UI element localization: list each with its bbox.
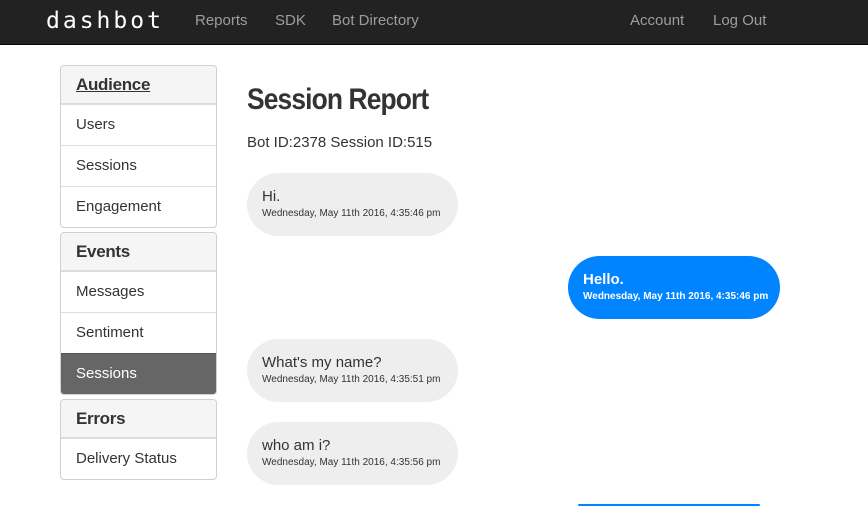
message-text: Hi. [262, 188, 281, 205]
page-title: Session Report [247, 83, 429, 116]
sidebar-panel-events: Events Messages Sentiment Sessions [60, 232, 217, 395]
sidebar-item-engagement[interactable]: Engagement [61, 186, 216, 227]
message-timestamp: Wednesday, May 11th 2016, 4:35:46 pm [262, 208, 441, 219]
brand-logo[interactable]: dashbot [46, 6, 164, 36]
message-text: Hello. [583, 271, 624, 288]
nav-link-sdk[interactable]: SDK [275, 12, 306, 30]
sidebar-item-delivery-status[interactable]: Delivery Status [61, 438, 216, 479]
sidebar-item-messages[interactable]: Messages [61, 271, 216, 312]
nav-link-log-out[interactable]: Log Out [713, 12, 766, 30]
message-timestamp: Wednesday, May 11th 2016, 4:35:46 pm [583, 291, 769, 302]
sidebar-item-sentiment[interactable]: Sentiment [61, 312, 216, 353]
nav-link-reports[interactable]: Reports [195, 12, 248, 30]
user-message-bubble: Hello. Wednesday, May 11th 2016, 4:35:46… [568, 256, 780, 319]
message-timestamp: Wednesday, May 11th 2016, 4:35:51 pm [262, 374, 441, 385]
top-navbar: dashbot Reports SDK Bot Directory Accoun… [0, 0, 868, 45]
bot-message-bubble: What's my name? Wednesday, May 11th 2016… [247, 339, 458, 402]
message-timestamp: Wednesday, May 11th 2016, 4:35:56 pm [262, 457, 441, 468]
message-text: who am i? [262, 437, 331, 454]
bot-message-bubble: who am i? Wednesday, May 11th 2016, 4:35… [247, 422, 458, 485]
session-info: Bot ID:2378 Session ID:515 [247, 134, 433, 151]
nav-link-account[interactable]: Account [630, 12, 684, 30]
message-text: What's my name? [262, 354, 382, 371]
sidebar-heading-events: Events [61, 233, 216, 271]
sidebar-item-users[interactable]: Users [61, 104, 216, 145]
sidebar-panel-errors: Errors Delivery Status [60, 399, 217, 480]
bot-message-bubble: Hi. Wednesday, May 11th 2016, 4:35:46 pm [247, 173, 458, 236]
sidebar-heading-errors: Errors [61, 400, 216, 438]
sidebar-panel-audience: Audience Users Sessions Engagement [60, 65, 217, 228]
sidebar-heading-audience[interactable]: Audience [61, 66, 216, 104]
sidebar-item-audience-sessions[interactable]: Sessions [61, 145, 216, 186]
sidebar-item-events-sessions[interactable]: Sessions [61, 353, 216, 394]
nav-link-bot-directory[interactable]: Bot Directory [332, 12, 419, 30]
